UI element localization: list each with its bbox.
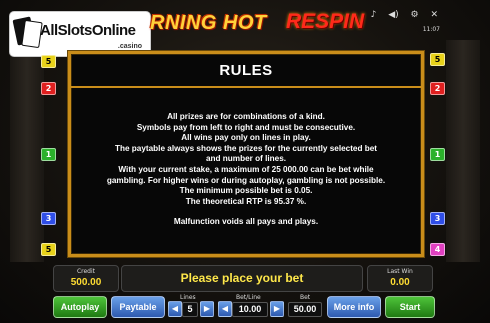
- betline-label: Bet/Line: [236, 294, 261, 301]
- message-text: Please place your bet: [180, 271, 304, 285]
- last-win-display: Last Win 0.00: [367, 265, 433, 292]
- payline-marker-right: 3: [430, 212, 445, 225]
- rules-footer: Malfunction voids all pays and plays.: [173, 217, 319, 227]
- message-display: Please place your bet: [121, 265, 363, 292]
- lines-increase-button[interactable]: ▶: [200, 301, 214, 317]
- top-icons: ♪ ◀) ⚙ ✕: [362, 10, 438, 20]
- more-info-button[interactable]: More info: [327, 296, 381, 318]
- last-win-label: Last Win: [387, 268, 413, 275]
- lines-decrease-button[interactable]: ◀: [168, 301, 182, 317]
- rules-divider: [71, 86, 421, 88]
- rules-line: All prizes are for combinations of a kin…: [167, 112, 325, 121]
- payline-marker-left: 1: [41, 148, 56, 161]
- sound-icon[interactable]: ◀): [388, 10, 398, 20]
- bet-value: 50.00: [288, 302, 322, 317]
- betline-value: 10.00: [232, 302, 268, 317]
- autoplay-button[interactable]: Autoplay: [53, 296, 107, 318]
- rules-line: Symbols pay from left to right and must …: [136, 122, 356, 132]
- rules-line: and number of lines.: [205, 154, 287, 164]
- start-button[interactable]: Start: [385, 296, 435, 318]
- lines-value: 5: [182, 302, 198, 317]
- payline-marker-left: 5: [41, 243, 56, 256]
- logo-tld: .casino: [117, 43, 142, 50]
- last-win-value: 0.00: [390, 277, 410, 288]
- payline-marker-right: 2: [430, 82, 445, 95]
- credit-value: 500.00: [70, 277, 102, 288]
- payline-marker-left: 5: [41, 55, 56, 68]
- site-logo: AllSlotsOnline .casino: [10, 12, 150, 56]
- lines-label: Lines: [180, 294, 196, 301]
- right-payline-rail: [446, 40, 480, 262]
- betline-decrease-button[interactable]: ◀: [218, 301, 232, 317]
- credit-label: Credit: [76, 268, 96, 275]
- rules-line: With your current stake, a maximum of 25…: [118, 164, 374, 174]
- payline-marker-right: 4: [430, 243, 445, 256]
- rules-text: All prizes are for combinations of a kin…: [81, 112, 411, 228]
- payline-marker-right: 1: [430, 148, 445, 161]
- logo-name: AllSlotsOnline: [40, 22, 136, 39]
- rules-line: All wins pay only on lines in play.: [181, 133, 311, 143]
- payline-marker-left: 2: [41, 82, 56, 95]
- game-title-respin: RESPIN: [286, 10, 365, 33]
- rules-panel: RULES All prizes are for combinations of…: [68, 51, 424, 257]
- rules-line: gambling. For higher wins or during auto…: [106, 175, 386, 185]
- bet-label: Bet: [300, 294, 311, 301]
- payline-marker-left: 3: [41, 212, 56, 225]
- settings-icon[interactable]: ⚙: [411, 10, 419, 20]
- game-title-text: RNING HOT: [150, 12, 267, 34]
- rules-line: The paytable always shows the prizes for…: [114, 143, 378, 153]
- clock: 11:07: [422, 26, 440, 33]
- close-icon[interactable]: ✕: [430, 10, 438, 20]
- game-title: RNING HOT RESPIN: [150, 10, 370, 42]
- credit-display: Credit 500.00: [53, 265, 119, 292]
- rules-heading: RULES: [219, 62, 273, 79]
- paytable-button[interactable]: Paytable: [111, 296, 165, 318]
- left-payline-rail: [10, 40, 44, 262]
- game-stage: AllSlotsOnline .casino RNING HOT RESPIN …: [0, 0, 490, 323]
- betline-increase-button[interactable]: ▶: [270, 301, 284, 317]
- rules-line: The minimum possible bet is 0.05.: [179, 186, 313, 196]
- rules-line: The theoretical RTP is 95.37 %.: [185, 196, 307, 206]
- payline-marker-right: 5: [430, 53, 445, 66]
- music-icon[interactable]: ♪: [371, 10, 377, 20]
